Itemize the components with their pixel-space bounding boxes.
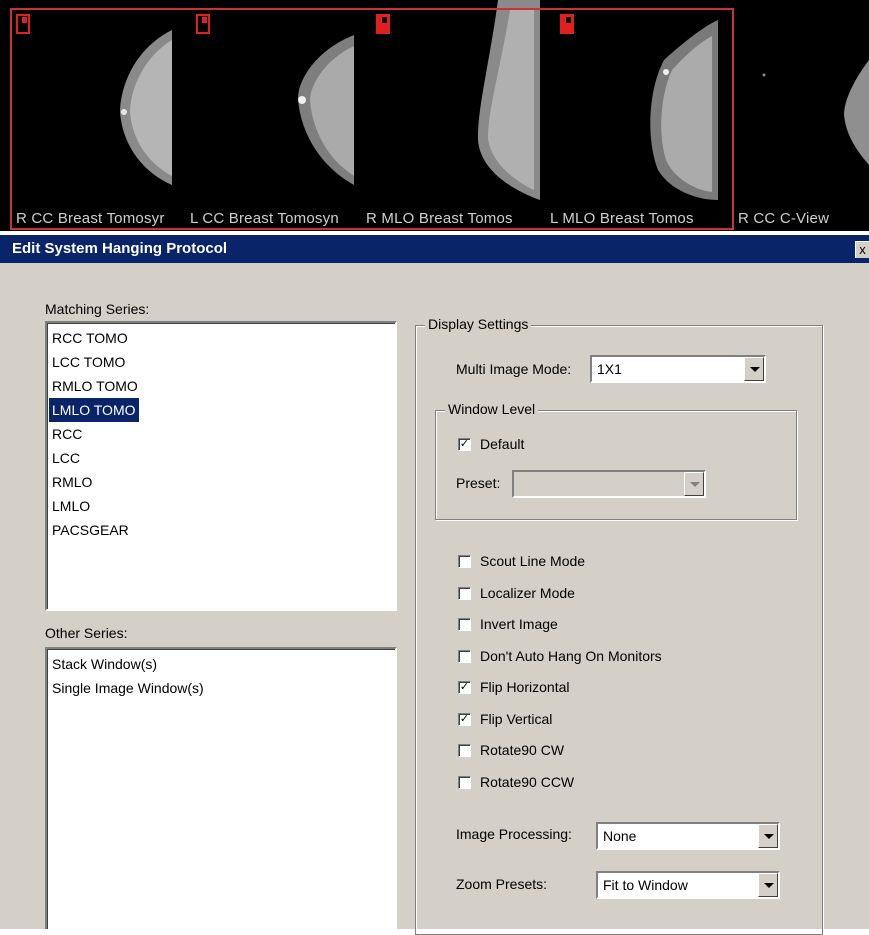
zoom-presets-select[interactable]: Fit to Window [596,871,780,899]
thumbnail-label: L CC Breast Tomosyn [190,210,339,227]
option-checkbox-label: Scout Line Mode [480,553,586,569]
laterality-marker-icon [16,14,30,34]
thumbnail-label: R CC C-View [738,210,830,227]
option-checkbox-label: Don't Auto Hang On Monitors [480,648,662,664]
preset-select[interactable] [512,470,706,498]
chevron-down-icon[interactable] [758,873,778,897]
dialog-title: Edit System Hanging Protocol [12,240,228,257]
series-thumbnail-strip: R CC Breast Tomosyr L CC Breast Tomosyn … [0,0,869,231]
chevron-down-icon[interactable] [684,472,704,496]
mammogram-image [120,30,172,185]
option-checkbox[interactable] [458,650,471,663]
preset-label: Preset: [456,475,501,491]
option-checkbox-label: Flip Vertical [480,711,553,727]
thumbnail-label: R MLO Breast Tomos [366,210,513,227]
other-series-item[interactable]: Stack Window(s) [49,652,160,676]
window-level-group [435,410,797,520]
matching-series-item[interactable]: RMLO [49,470,95,494]
laterality-marker-icon [196,14,210,34]
dialog-titlebar: Edit System Hanging Protocol [0,235,869,263]
thumbnail-r-cc-tomo[interactable]: R CC Breast Tomosyr [12,0,186,231]
matching-series-item[interactable]: LCC [49,446,83,470]
option-checkbox[interactable] [458,555,471,568]
mammogram-image [477,0,540,200]
option-checkbox[interactable]: ✓ [458,713,471,726]
default-checkbox-label: Default [480,436,525,452]
matching-series-item[interactable]: PACSGEAR [49,518,132,542]
option-checkbox-label: Rotate90 CW [480,742,565,758]
option-checkbox-label: Flip Horizontal [480,679,570,695]
matching-series-label: Matching Series: [45,301,150,317]
default-checkbox[interactable]: ✓ [458,438,471,451]
laterality-marker-icon [376,14,390,34]
chevron-down-icon[interactable] [758,824,778,848]
multi-image-mode-value: 1X1 [597,361,622,377]
matching-series-listbox[interactable]: RCC TOMO LCC TOMO RMLO TOMO LMLO TOMO RCC LCC… [45,321,397,611]
matching-series-item[interactable]: LMLO TOMO [49,398,139,422]
image-processing-value: None [603,828,637,844]
matching-series-item[interactable]: RMLO TOMO [49,374,141,398]
thumbnail-l-mlo-tomo[interactable]: L MLO Breast Tomos [546,0,732,231]
option-checkbox[interactable] [458,744,471,757]
close-button[interactable]: x [855,241,869,258]
thumbnail-label: L MLO Breast Tomos [550,210,694,227]
mammogram-image [298,35,354,185]
option-checkbox[interactable]: ✓ [458,681,471,694]
thumbnail-l-cc-tomo[interactable]: L CC Breast Tomosyn [186,0,362,231]
thumbnail-r-cc-c-view[interactable]: R CC C-View [734,0,869,231]
laterality-marker-icon [560,14,574,34]
chevron-down-icon[interactable] [744,357,764,381]
thumbnail-r-mlo-tomo[interactable]: R MLO Breast Tomos [362,0,546,231]
other-series-label: Other Series: [45,625,128,641]
option-checkbox[interactable] [458,618,471,631]
option-checkbox[interactable] [458,776,471,789]
zoom-presets-label: Zoom Presets: [456,876,548,892]
zoom-presets-value: Fit to Window [603,877,688,893]
multi-image-mode-select[interactable]: 1X1 [590,355,766,383]
matching-series-item[interactable]: LMLO [49,494,93,518]
image-processing-select[interactable]: None [596,822,780,850]
display-settings-legend: Display Settings [425,316,532,332]
option-checkbox-label: Invert Image [480,616,558,632]
multi-image-mode-label: Multi Image Mode: [456,361,572,377]
other-series-listbox[interactable]: Stack Window(s) Single Image Window(s) [45,647,397,929]
mammogram-image [762,60,869,165]
matching-series-item[interactable]: RCC TOMO [49,326,131,350]
matching-series-item[interactable]: RCC [49,422,85,446]
mammogram-image [650,20,718,200]
option-checkbox[interactable] [458,587,471,600]
option-checkbox-label: Rotate90 CCW [480,774,575,790]
matching-series-item[interactable]: LCC TOMO [49,350,128,374]
option-checkbox-label: Localizer Mode [480,585,575,601]
edit-hanging-protocol-dialog: Edit System Hanging Protocol x Matching … [0,235,869,935]
thumbnail-label: R CC Breast Tomosyr [16,210,165,227]
window-level-legend: Window Level [445,401,539,417]
other-series-item[interactable]: Single Image Window(s) [49,676,207,700]
image-processing-label: Image Processing: [456,826,572,842]
